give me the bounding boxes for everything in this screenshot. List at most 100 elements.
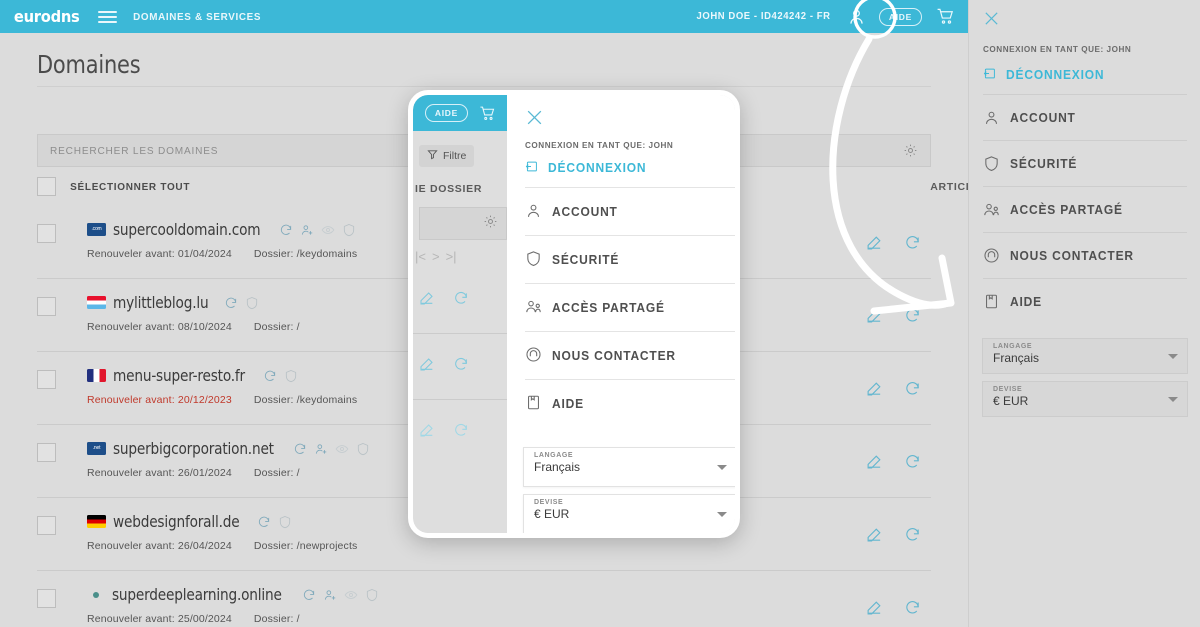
person-icon[interactable] xyxy=(847,7,866,26)
renew-icon[interactable] xyxy=(279,223,293,237)
domain-name[interactable]: mylittleblog.lu xyxy=(113,293,209,312)
eye-icon[interactable] xyxy=(335,442,349,456)
sidebar-item-nous-contacter[interactable]: NOUS CONTACTER xyxy=(983,232,1187,278)
cart-icon[interactable] xyxy=(478,105,497,122)
language-value: Français xyxy=(534,460,581,474)
folder-label: Dossier: / xyxy=(253,321,300,333)
row-checkbox[interactable] xyxy=(37,516,56,535)
sidebar-item-acc-s-partag[interactable]: ACCÈS PARTAGÉ xyxy=(983,186,1187,232)
tld-flag-icon xyxy=(87,296,106,309)
sidebar-item-aide[interactable]: AIDE xyxy=(525,379,735,427)
row-actions xyxy=(866,380,921,397)
language-select[interactable]: LANGAGE Français xyxy=(982,338,1188,374)
edit-icon[interactable] xyxy=(419,356,435,377)
renew-icon[interactable] xyxy=(224,296,238,310)
domain-name[interactable]: superbigcorporation.net xyxy=(113,439,274,458)
sidebar-item-label: NOUS CONTACTER xyxy=(1010,248,1134,263)
mobile-preview-panel: AIDE Filtre IE DOSSIER |< > >| CONNEXION… xyxy=(408,90,740,538)
eurodns-logo[interactable]: eurodns xyxy=(14,7,80,26)
close-icon[interactable] xyxy=(983,10,1000,27)
logout-label: DÉCONNEXION xyxy=(1006,68,1105,82)
edit-icon[interactable] xyxy=(866,453,883,470)
edit-icon[interactable] xyxy=(419,290,435,311)
language-select[interactable]: LANGAGE Français xyxy=(523,447,735,487)
chevron-down-icon xyxy=(717,512,727,517)
domain-name[interactable]: superdeeplearning.online xyxy=(112,585,282,604)
edit-icon[interactable] xyxy=(419,422,435,443)
select-all-checkbox[interactable] xyxy=(37,177,56,196)
first-page-button[interactable]: |< xyxy=(415,249,426,264)
hamburger-icon[interactable] xyxy=(98,10,118,23)
domain-meta: Renouveler avant: 20/12/2023 Dossier: /k… xyxy=(87,394,357,406)
close-icon[interactable] xyxy=(525,108,544,132)
renew-icon[interactable] xyxy=(904,380,921,397)
help-button[interactable]: AIDE xyxy=(878,7,922,26)
sidebar-item-nous-contacter[interactable]: NOUS CONTACTER xyxy=(525,331,735,379)
shield-icon[interactable] xyxy=(342,223,356,237)
sidebar-item-account[interactable]: ACCOUNT xyxy=(983,94,1187,140)
currency-select[interactable]: DEVISE € EUR xyxy=(523,494,735,533)
domain-name[interactable]: menu-super-resto.fr xyxy=(113,366,245,385)
cart-icon[interactable] xyxy=(935,7,956,26)
contact-icon[interactable] xyxy=(323,588,337,602)
renew-icon[interactable] xyxy=(904,453,921,470)
gear-icon[interactable] xyxy=(903,143,918,158)
shield-icon[interactable] xyxy=(245,296,259,310)
sidebar-item-acc-s-partag[interactable]: ACCÈS PARTAGÉ xyxy=(525,283,735,331)
row-checkbox[interactable] xyxy=(37,443,56,462)
last-page-button[interactable]: >| xyxy=(446,249,457,264)
renew-icon[interactable] xyxy=(263,369,277,383)
renew-icon[interactable] xyxy=(453,356,469,377)
renew-icon[interactable] xyxy=(293,442,307,456)
sidebar-item-s-curit[interactable]: SÉCURITÉ xyxy=(525,235,735,283)
renew-date-label: Renouveler avant: 08/10/2024 xyxy=(87,321,232,333)
table-row[interactable]: superdeeplearning.online Renouveler avan… xyxy=(37,571,931,627)
row-checkbox[interactable] xyxy=(37,589,56,608)
edit-icon[interactable] xyxy=(866,526,883,543)
contact-icon[interactable] xyxy=(314,442,328,456)
domain-name[interactable]: webdesignforall.de xyxy=(113,512,240,531)
eye-icon[interactable] xyxy=(321,223,335,237)
logout-icon xyxy=(525,159,539,177)
contact-icon[interactable] xyxy=(300,223,314,237)
domain-name[interactable]: supercooldomain.com xyxy=(113,220,261,239)
mobile-row-actions xyxy=(413,290,507,311)
renew-icon[interactable] xyxy=(257,515,271,529)
gear-icon[interactable] xyxy=(483,214,498,234)
renew-icon[interactable] xyxy=(904,526,921,543)
sidebar-item-s-curit[interactable]: SÉCURITÉ xyxy=(983,140,1187,186)
logout-button[interactable]: DÉCONNEXION xyxy=(983,66,1104,84)
row-checkbox[interactable] xyxy=(37,370,56,389)
edit-icon[interactable] xyxy=(866,234,883,251)
shield-icon[interactable] xyxy=(356,442,370,456)
nav-domaines-services[interactable]: DOMAINES & SERVICES xyxy=(133,11,261,23)
edit-icon[interactable] xyxy=(866,307,883,324)
renew-icon[interactable] xyxy=(453,290,469,311)
mobile-filter-button[interactable]: Filtre xyxy=(419,145,475,167)
sidebar-item-aide[interactable]: AIDE xyxy=(983,278,1187,324)
row-checkbox[interactable] xyxy=(37,224,56,243)
row-checkbox[interactable] xyxy=(37,297,56,316)
shield-icon[interactable] xyxy=(284,369,298,383)
edit-icon[interactable] xyxy=(866,599,883,616)
logout-button[interactable]: DÉCONNEXION xyxy=(525,159,646,177)
shield-icon[interactable] xyxy=(365,588,379,602)
eye-icon[interactable] xyxy=(344,588,358,602)
renew-icon[interactable] xyxy=(453,422,469,443)
renew-icon[interactable] xyxy=(904,599,921,616)
sidebar-item-label: SÉCURITÉ xyxy=(1010,156,1078,171)
folder-label: Dossier: / xyxy=(253,467,300,479)
shield-icon[interactable] xyxy=(278,515,292,529)
domain-name-line: menu-super-resto.fr xyxy=(87,366,357,385)
mobile-search-input[interactable] xyxy=(419,207,507,240)
mobile-pager-arrows[interactable]: |< > >| xyxy=(415,249,507,264)
currency-select[interactable]: DEVISE € EUR xyxy=(982,381,1188,417)
edit-icon[interactable] xyxy=(866,380,883,397)
renew-date-label: Renouveler avant: 26/01/2024 xyxy=(87,467,232,479)
renew-icon[interactable] xyxy=(302,588,316,602)
renew-icon[interactable] xyxy=(904,307,921,324)
mobile-help-button[interactable]: AIDE xyxy=(424,104,468,122)
renew-icon[interactable] xyxy=(904,234,921,251)
next-page-button[interactable]: > xyxy=(432,249,440,264)
sidebar-item-account[interactable]: ACCOUNT xyxy=(525,187,735,235)
